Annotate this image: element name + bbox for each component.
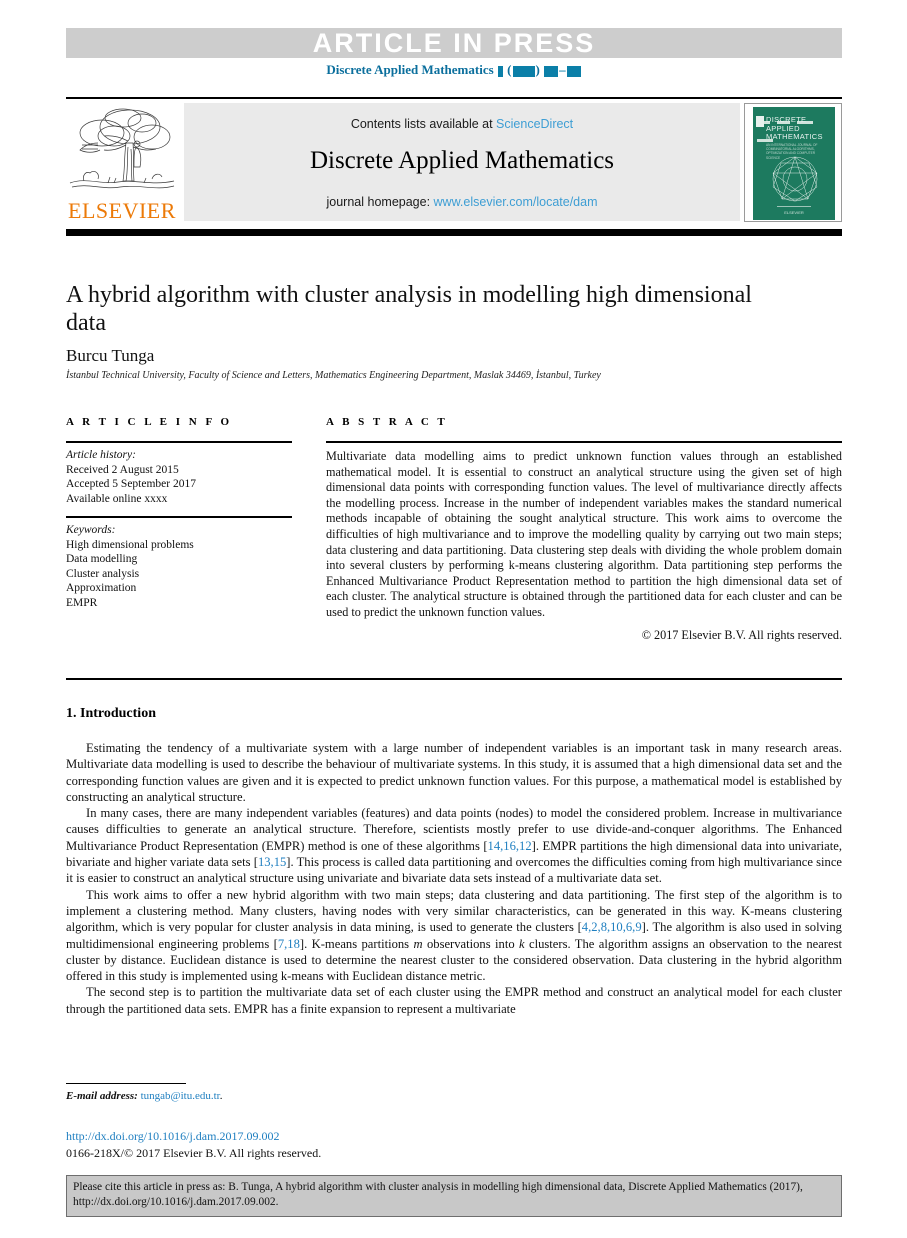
paren-open: ( (507, 62, 512, 77)
email-link[interactable]: tungab@itu.edu.tr (141, 1090, 220, 1102)
author-name: Burcu Tunga (66, 346, 155, 365)
contents-lists-prefix: Contents lists available at (350, 117, 497, 131)
page-range-dash: – (559, 62, 566, 77)
citation-ref-4-2-8-10-6-9[interactable]: 4,2,8,10,6,9 (582, 920, 642, 934)
footnote-email-line: E-mail address: tungab@itu.edu.tr. (66, 1090, 223, 1102)
paragraph-1: Estimating the tendency of a multivariat… (66, 741, 842, 804)
section-heading-introduction: 1. Introduction (66, 706, 156, 721)
cover-elsevier-mark-icon (756, 116, 764, 127)
abstract-heading: A B S T R A C T (326, 416, 448, 428)
page-title: A hybrid algorithm with cluster analysis… (66, 282, 752, 336)
article-info-heading: A R T I C L E I N F O (66, 416, 233, 428)
keyword-item: Cluster analysis (66, 567, 140, 580)
elsevier-tree-icon (68, 103, 176, 199)
masthead-bottom-rule (66, 229, 842, 236)
cover-footer-label: ELSEVIER (784, 210, 804, 215)
introduction-body: Estimating the tendency of a multivariat… (66, 740, 842, 1017)
journal-homepage-link[interactable]: www.elsevier.com/locate/dam (434, 195, 598, 209)
author-affiliation: İstanbul Technical University, Faculty o… (66, 370, 601, 381)
keyword-item: High dimensional problems (66, 538, 194, 551)
citation-ref-14-16-12[interactable]: 14,16,12 (488, 839, 532, 853)
journal-homepage-prefix: journal homepage: (326, 195, 434, 209)
keywords-label: Keywords: (66, 524, 116, 536)
keywords-group: Keywords: High dimensional problems Data… (66, 518, 292, 610)
cite-this-article-box: Please cite this article in press as: B.… (66, 1175, 842, 1217)
email-suffix: . (219, 1090, 223, 1102)
page-start-placeholder (544, 65, 559, 77)
journal-cover-art: DISCRETE APPLIED MATHEMATICS AN INTERNAT… (753, 107, 835, 220)
keyword-item: Data modelling (66, 553, 138, 565)
cover-title-line3: MATHEMATICS (766, 132, 823, 141)
citation-ref-13-15[interactable]: 13,15 (258, 855, 286, 869)
cover-footer-rule (777, 206, 811, 207)
cover-title: DISCRETE APPLIED MATHEMATICS (766, 115, 834, 142)
masthead-top-rule (66, 97, 842, 99)
year-placeholder (512, 65, 535, 77)
masthead: ELSEVIER Contents lists available at Sci… (66, 101, 842, 223)
journal-cover-thumbnail: DISCRETE APPLIED MATHEMATICS AN INTERNAT… (744, 103, 842, 222)
abstract-copyright: © 2017 Elsevier B.V. All rights reserved… (641, 627, 842, 642)
abstract-body: Multivariate data modelling aims to pred… (326, 449, 842, 619)
abstract-column: A B S T R A C T Multivariate data modell… (326, 416, 842, 643)
footnote-rule (66, 1083, 186, 1084)
elsevier-wordmark: ELSEVIER (68, 198, 176, 223)
article-received-date: Received 2 August 2015 (66, 463, 179, 476)
issn-copyright-line: 0166-218X/© 2017 Elsevier B.V. All right… (66, 1146, 322, 1160)
paragraph-2: In many cases, there are many independen… (66, 805, 842, 886)
article-history-group: Article history: Received 2 August 2015 … (66, 443, 292, 506)
paper-page: ARTICLE IN PRESS Discrete Applied Mathem… (0, 0, 907, 1238)
article-info-column: A R T I C L E I N F O Article history: R… (66, 416, 292, 610)
journal-info-box: Contents lists available at ScienceDirec… (184, 103, 740, 221)
keyword-item: EMPR (66, 596, 98, 609)
doi-link[interactable]: http://dx.doi.org/10.1016/j.dam.2017.09.… (66, 1129, 279, 1144)
variable-m: m (413, 936, 423, 951)
paragraph-3-part-c: ]. K-means partitions (299, 936, 414, 951)
article-accepted-date: Accepted 5 September 2017 (66, 478, 196, 490)
paragraph-3: This work aims to offer a new hybrid alg… (66, 887, 842, 985)
article-available-online: Available online xxxx (66, 492, 168, 505)
abstract-bottom-rule (66, 678, 842, 680)
keyword-item: Approximation (66, 582, 137, 594)
article-in-press-band: ARTICLE IN PRESS (66, 28, 842, 58)
journal-reference-line: Discrete Applied Mathematics () – (66, 62, 842, 78)
cover-graph-icon (772, 156, 818, 202)
journal-title: Discrete Applied Mathematics (309, 147, 615, 174)
paren-close: ) (535, 62, 540, 77)
contents-lists-line: Contents lists available at ScienceDirec… (184, 117, 740, 131)
paragraph-4: The second step is to partition the mult… (66, 985, 842, 1016)
citation-ref-7-18[interactable]: 7,18 (278, 937, 300, 951)
elsevier-logo: ELSEVIER (66, 101, 178, 223)
article-in-press-label: ARTICLE IN PRESS (312, 28, 596, 58)
article-history-label: Article history: (66, 449, 136, 461)
email-label: E-mail address: (66, 1090, 138, 1102)
paragraph-3-part-d: observations into (422, 936, 520, 951)
journal-homepage-line: journal homepage: www.elsevier.com/locat… (184, 195, 740, 209)
cite-this-article-text: Please cite this article in press as: B.… (73, 1181, 803, 1208)
journal-reference-title: Discrete Applied Mathematics (326, 62, 494, 77)
volume-placeholder (497, 65, 503, 77)
page-end-placeholder (566, 65, 581, 77)
sciencedirect-link[interactable]: ScienceDirect (496, 117, 573, 131)
